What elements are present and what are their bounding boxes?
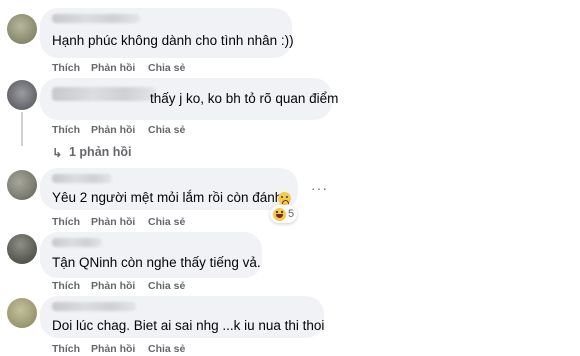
share-button[interactable]: Chia sẻ <box>148 216 185 228</box>
like-button[interactable]: Thích <box>52 62 80 74</box>
comment-text: Tận QNinh còn nghe thấy tiếng vả. <box>52 255 261 270</box>
reply-button[interactable]: Phản hồi <box>91 216 135 228</box>
reply-button[interactable]: Phản hồi <box>91 124 135 136</box>
comment-bubble: Hạnh phúc không dành cho tình nhân :)) <box>40 8 294 58</box>
share-button[interactable]: Chia sẻ <box>148 124 185 136</box>
comment-bubble: Doi lúc chag. Biet ai sai nhg ...k iu nu… <box>40 296 324 338</box>
reply-button[interactable]: Phản hồi <box>91 343 135 355</box>
comment-bubble: Yêu 2 người mệt mỏi lắm rồi còn đánh <box>40 168 298 210</box>
reply-arrow-icon: ↳ <box>52 146 63 160</box>
like-button[interactable]: Thích <box>52 343 80 355</box>
comment-bubble: Tận QNinh còn nghe thấy tiếng vả. <box>40 232 262 278</box>
reply-count: 1 phản hồi <box>69 145 132 159</box>
reaction-summary[interactable]: 5 <box>270 205 298 223</box>
author-name-blurred[interactable] <box>52 87 156 101</box>
avatar[interactable] <box>7 14 37 44</box>
share-button[interactable]: Chia sẻ <box>148 343 185 355</box>
comment-text: Yêu 2 người mệt mỏi lắm rồi còn đánh <box>52 190 283 205</box>
avatar[interactable] <box>7 170 37 200</box>
more-options-icon[interactable]: ··· <box>311 180 328 196</box>
avatar[interactable] <box>7 80 37 110</box>
haha-icon <box>273 207 286 221</box>
author-name-blurred[interactable] <box>52 238 102 247</box>
sad-emoji-icon <box>278 192 291 205</box>
like-button[interactable]: Thích <box>52 280 80 292</box>
comment-bubble: thấy j ko, ko bh tỏ rõ quan điểm <box>40 78 338 120</box>
avatar[interactable] <box>7 298 37 328</box>
reply-button[interactable]: Phản hồi <box>91 280 135 292</box>
share-button[interactable]: Chia sẻ <box>148 280 185 292</box>
author-name-blurred[interactable] <box>52 302 136 311</box>
thread-line <box>21 112 23 146</box>
avatar[interactable] <box>7 234 37 264</box>
comment-text: Hạnh phúc không dành cho tình nhân :)) <box>52 33 294 48</box>
share-button[interactable]: Chia sẻ <box>148 62 185 74</box>
like-button[interactable]: Thích <box>52 124 80 136</box>
author-name-blurred[interactable] <box>52 14 140 23</box>
reaction-count: 5 <box>288 208 295 220</box>
reply-button[interactable]: Phản hồi <box>91 62 135 74</box>
author-name-blurred[interactable] <box>52 174 112 183</box>
like-button[interactable]: Thích <box>52 216 80 228</box>
comment-text: Doi lúc chag. Biet ai sai nhg ...k iu nu… <box>52 318 325 333</box>
comment-text: thấy j ko, ko bh tỏ rõ quan điểm <box>150 91 339 106</box>
